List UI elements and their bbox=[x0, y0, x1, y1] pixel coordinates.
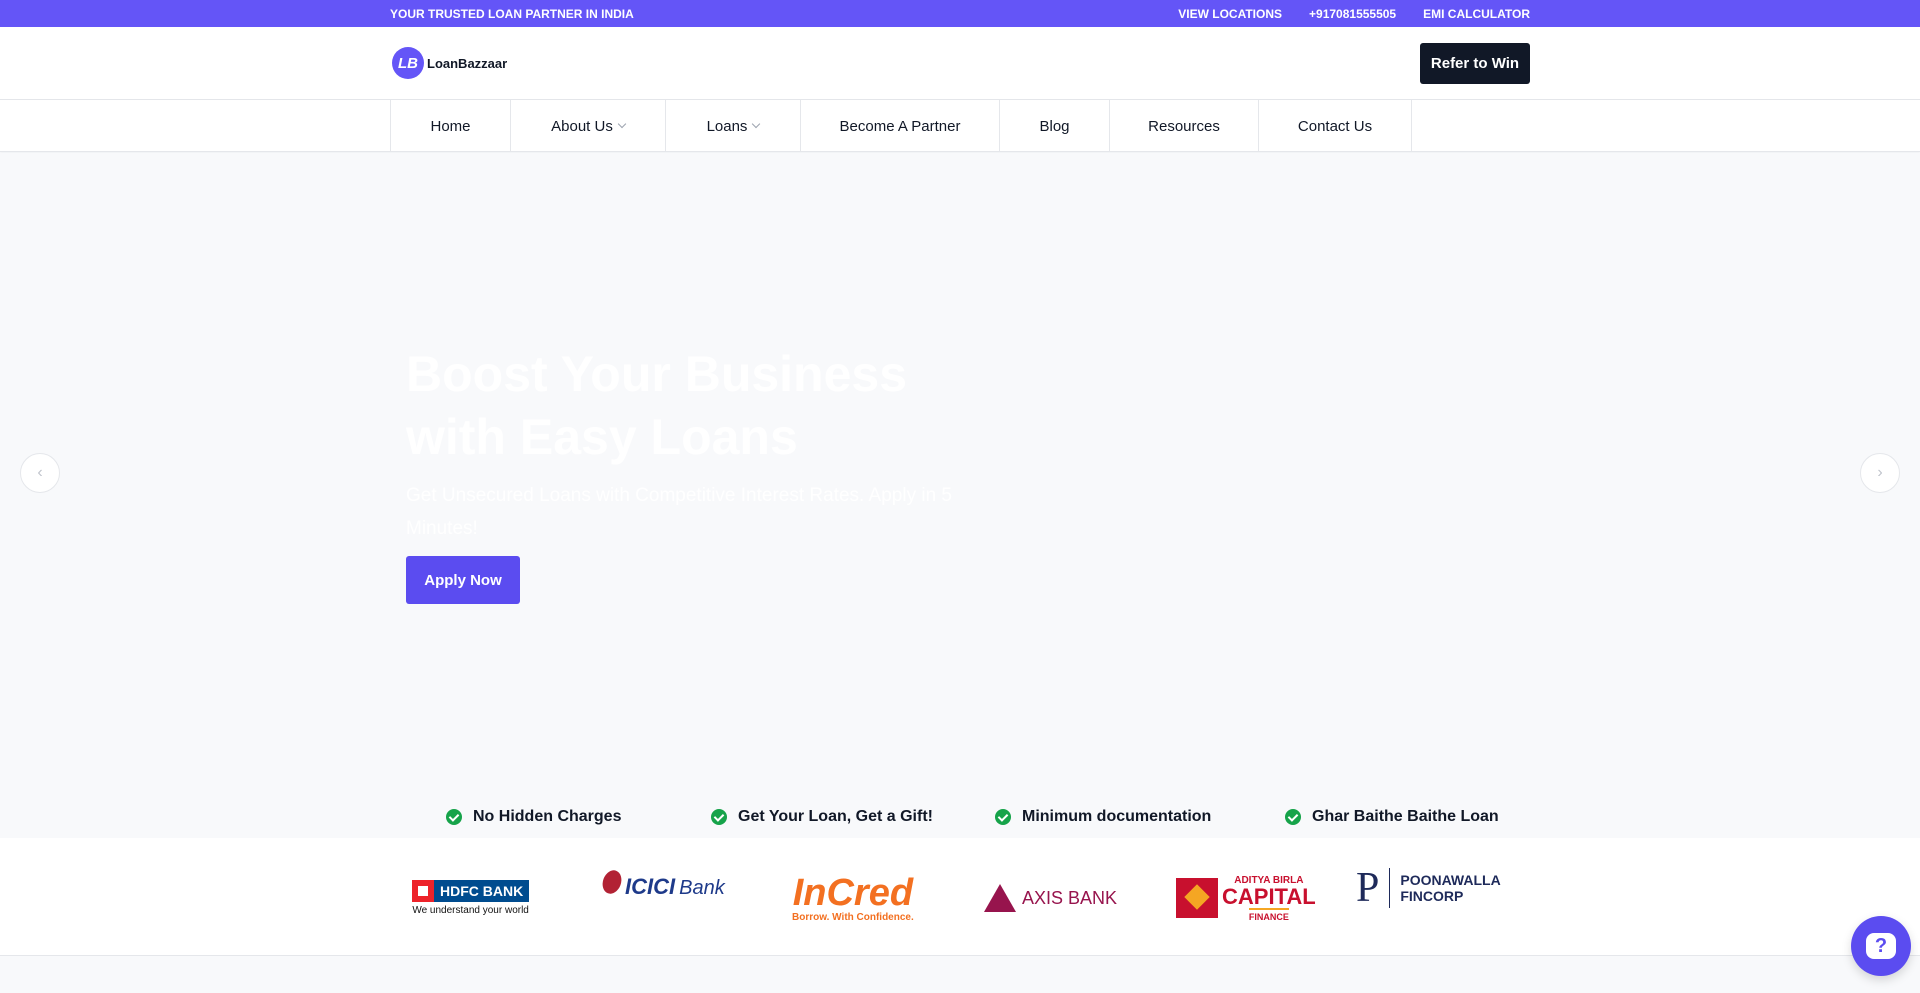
nav-item-resources[interactable]: Resources bbox=[1110, 100, 1259, 152]
aditya-birla-sun-icon bbox=[1176, 878, 1218, 918]
poonawalla-line2: FINCORP bbox=[1400, 888, 1464, 904]
nav-label: Blog bbox=[1039, 117, 1070, 135]
feature-label: No Hidden Charges bbox=[473, 808, 622, 825]
check-circle-icon bbox=[446, 809, 462, 825]
carousel-prev-icon[interactable]: ‹ bbox=[20, 453, 60, 493]
axis-name: AXIS BANK bbox=[1022, 887, 1118, 908]
poonawalla-line1: POONAWALLA bbox=[1400, 872, 1501, 888]
help-question-icon: ? bbox=[1866, 933, 1896, 959]
nav-label: Contact Us bbox=[1297, 117, 1373, 135]
feature-strip: No Hidden Charges Get Your Loan, Get a G… bbox=[0, 801, 1920, 838]
hdfc-name: HDFC BANK bbox=[440, 883, 524, 899]
icici-name: ICICI bbox=[625, 874, 676, 899]
help-chat-button[interactable]: ? bbox=[1851, 916, 1911, 976]
top-bar: YOUR TRUSTED LOAN PARTNER IN INDIA VIEW … bbox=[0, 0, 1920, 27]
nav-items: Home About Us Loans Become A Partner Blo… bbox=[390, 100, 1412, 152]
nav-item-home[interactable]: Home bbox=[391, 100, 511, 152]
feature-item: Minimum documentation bbox=[995, 801, 1211, 833]
poonawalla-mark: P bbox=[1356, 867, 1391, 909]
check-circle-icon bbox=[995, 809, 1011, 825]
emi-calculator-link[interactable]: EMI CALCULATOR bbox=[1423, 7, 1530, 21]
nav-item-blog[interactable]: Blog bbox=[1000, 100, 1110, 152]
abc-line3: FINANCE bbox=[1248, 907, 1289, 922]
nav-label: Resources bbox=[1148, 117, 1220, 135]
nav-item-become-a-partner[interactable]: Become A Partner bbox=[801, 100, 1000, 152]
tagline: YOUR TRUSTED LOAN PARTNER IN INDIA bbox=[390, 7, 634, 21]
hdfc-square-icon bbox=[412, 880, 434, 902]
carousel-next-icon[interactable]: › bbox=[1860, 453, 1900, 493]
axis-mark-icon bbox=[984, 884, 1016, 912]
feature-label: Get Your Loan, Get a Gift! bbox=[738, 808, 933, 825]
chevron-down-icon bbox=[617, 119, 627, 129]
view-locations-link[interactable]: VIEW LOCATIONS bbox=[1178, 7, 1282, 21]
check-circle-icon bbox=[1285, 809, 1301, 825]
nav-label: About Us bbox=[551, 117, 613, 135]
abc-line2: CAPITAL bbox=[1222, 883, 1316, 909]
hero-carousel: Boost Your Business with Easy Loans Get … bbox=[0, 153, 1920, 838]
hero-subtitle: Get Unsecured Loans with Competitive Int… bbox=[406, 485, 952, 539]
feature-item: No Hidden Charges bbox=[446, 801, 621, 833]
logo-mark-icon: LB bbox=[392, 47, 424, 79]
feature-item: Ghar Baithe Baithe Loan bbox=[1285, 801, 1499, 833]
nav-item-about-us[interactable]: About Us bbox=[511, 100, 666, 152]
hdfc-bank-logo: HDFC BANK We understand your world bbox=[412, 870, 530, 926]
axis-bank-logo: AXIS BANK bbox=[984, 870, 1117, 926]
feature-label: Minimum documentation bbox=[1022, 808, 1212, 825]
feature-item: Get Your Loan, Get a Gift! bbox=[711, 801, 933, 833]
nav-label: Home bbox=[430, 117, 471, 135]
nav-label: Become A Partner bbox=[839, 117, 961, 135]
hdfc-tagline: We understand your world bbox=[412, 905, 529, 916]
incred-name: InCred bbox=[792, 871, 914, 914]
logo[interactable]: LB LoanBazzaar bbox=[392, 47, 507, 79]
check-circle-icon bbox=[711, 809, 727, 825]
feature-label: Ghar Baithe Baithe Loan bbox=[1312, 808, 1499, 825]
icici-mark-icon bbox=[599, 867, 625, 897]
nav-item-loans[interactable]: Loans bbox=[666, 100, 801, 152]
aditya-birla-capital-logo: ADITYA BIRLA CAPITAL FINANCE bbox=[1176, 870, 1316, 926]
nav-label: Loans bbox=[706, 117, 748, 135]
logo-text: LoanBazzaar bbox=[427, 55, 508, 71]
header: LB LoanBazzaar Refer to Win bbox=[0, 27, 1920, 100]
incred-tagline: Borrow. With Confidence. bbox=[792, 911, 914, 923]
partner-logos: HDFC BANK We understand your world ICICI… bbox=[0, 838, 1920, 956]
chevron-down-icon bbox=[752, 119, 761, 129]
nav-item-contact-us[interactable]: Contact Us bbox=[1259, 100, 1412, 152]
poonawalla-fincorp-logo: P POONAWALLA FINCORP bbox=[1356, 860, 1501, 916]
hero-title: Boost Your Business with Easy Loans bbox=[406, 346, 908, 465]
icici-bank-logo: ICICI Bank bbox=[599, 867, 725, 926]
top-links: VIEW LOCATIONS +917081555505 EMI CALCULA… bbox=[1178, 7, 1530, 21]
refer-to-win-button[interactable]: Refer to Win bbox=[1420, 43, 1530, 84]
apply-now-button[interactable]: Apply Now bbox=[406, 556, 520, 604]
phone-link[interactable]: +917081555505 bbox=[1309, 7, 1396, 21]
incred-logo: InCred Borrow. With Confidence. bbox=[792, 870, 914, 926]
icici-bank-word: Bank bbox=[679, 877, 725, 899]
main-nav: Home About Us Loans Become A Partner Blo… bbox=[0, 100, 1920, 152]
